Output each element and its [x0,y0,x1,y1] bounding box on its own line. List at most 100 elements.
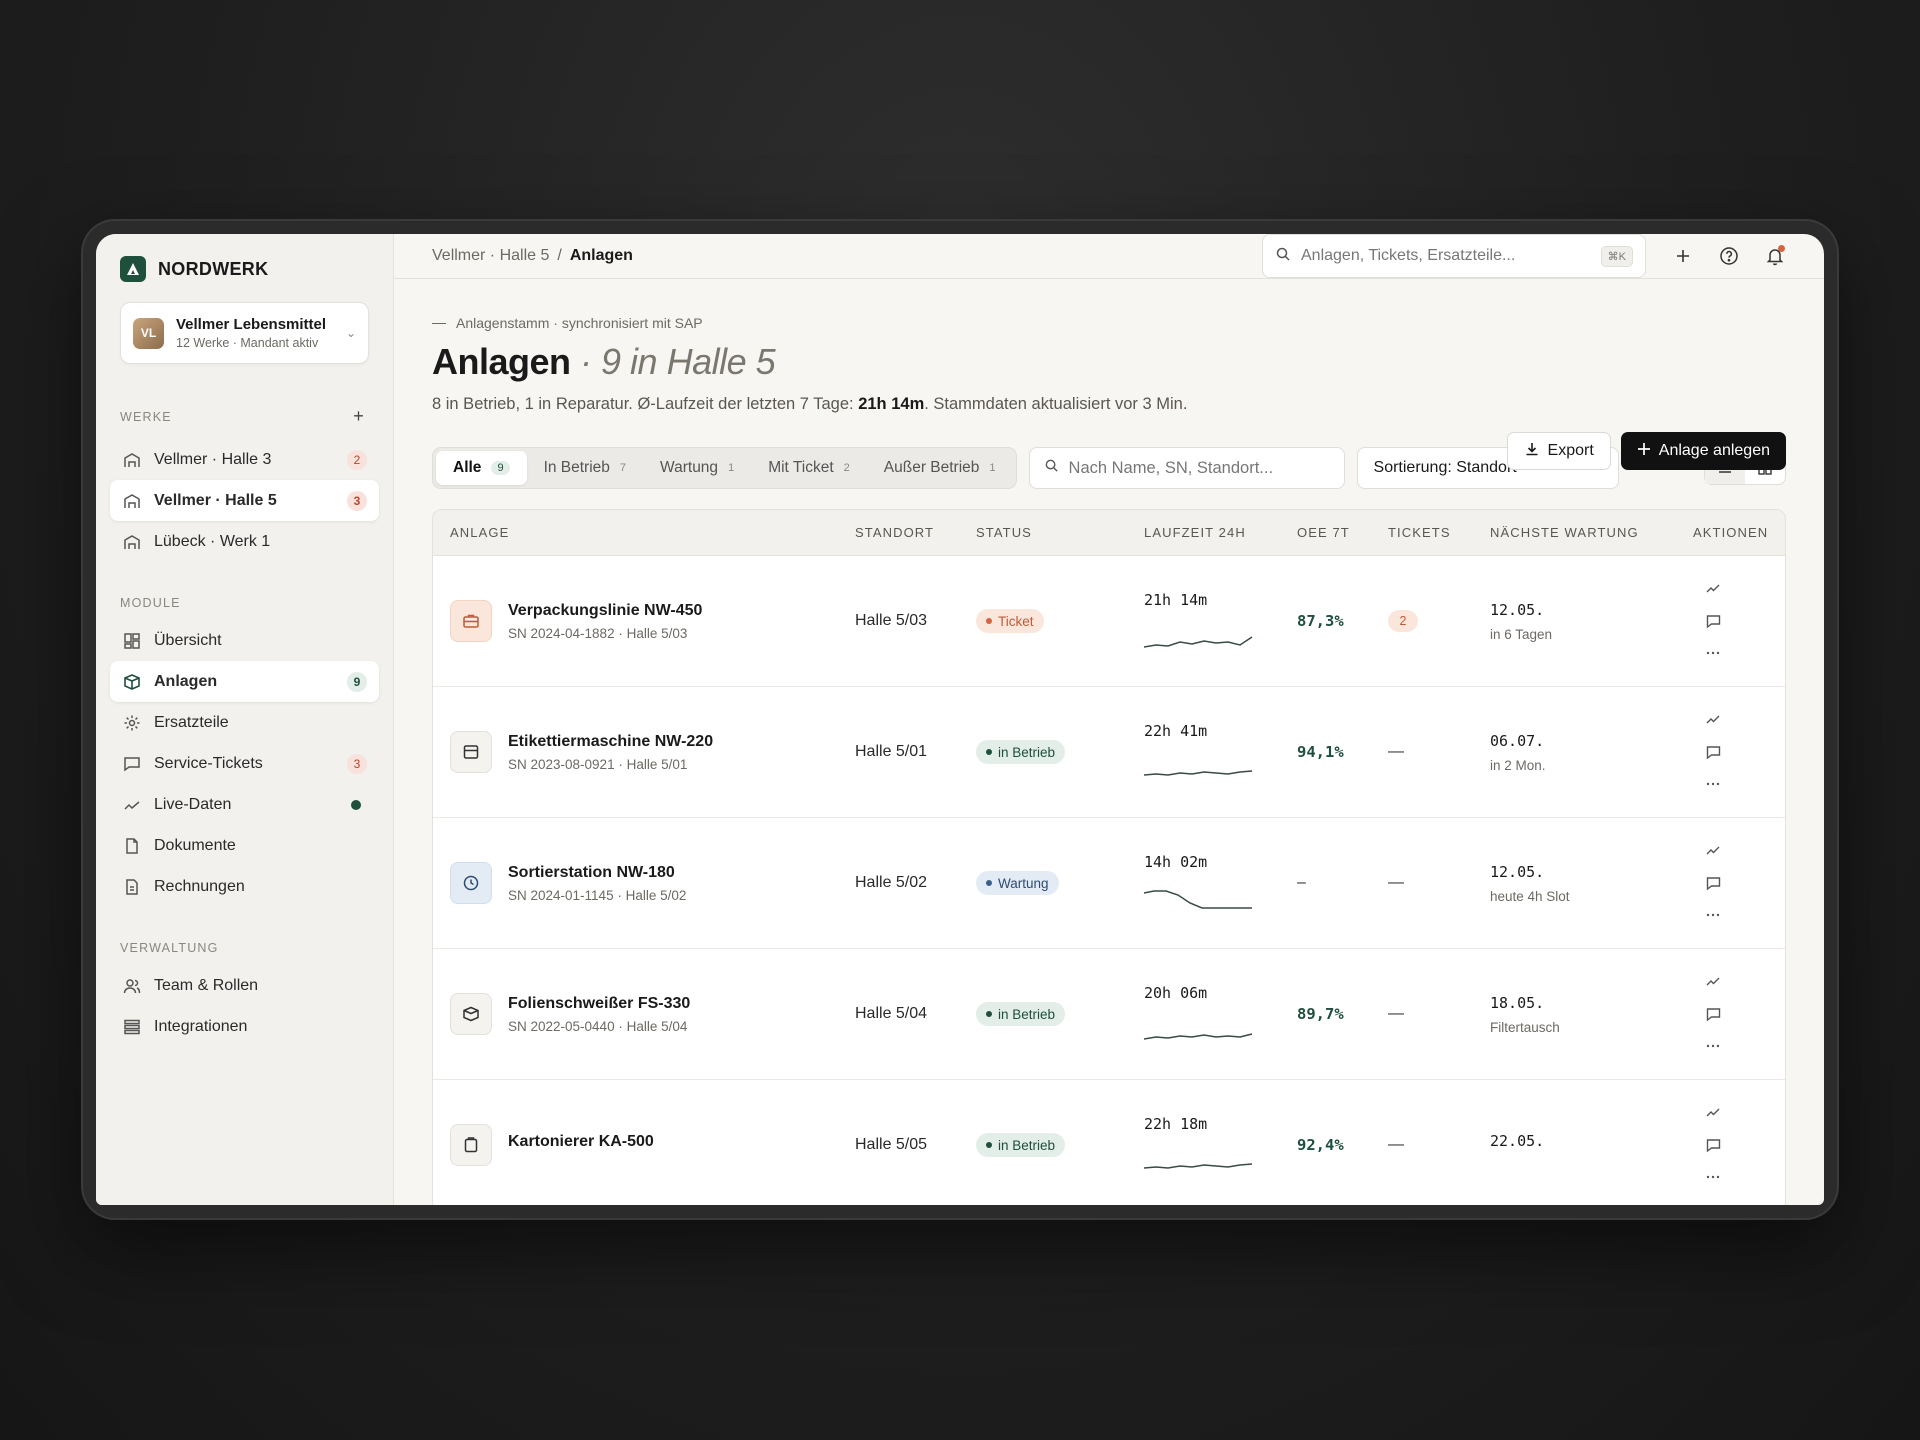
sidebar-item-anlagen[interactable]: Anlagen 9 [110,661,379,702]
comment-icon[interactable] [1706,1004,1721,1024]
notification-dot [1778,245,1785,252]
more-icon[interactable] [1706,905,1720,925]
status-dot [986,618,992,624]
more-icon[interactable] [1706,643,1720,663]
sidebar-item-luebeck-1[interactable]: Lübeck · Werk 1 [110,521,379,562]
global-search[interactable]: Anlagen, Tickets, Ersatzteile... ⌘K [1262,234,1646,278]
help-icon[interactable] [1718,245,1740,267]
sidebar-item-halle-3[interactable]: Vellmer · Halle 3 2 [110,439,379,480]
col-anlage[interactable]: ANLAGE [433,525,855,540]
row-actions [1701,579,1725,663]
plus-icon[interactable] [1672,245,1694,267]
trend-icon[interactable] [1706,841,1720,861]
trend-icon[interactable] [1706,972,1720,992]
topbar-actions [1672,245,1786,267]
col-wartung[interactable]: NÄCHSTE WARTUNG [1490,525,1693,540]
row-actions [1701,1103,1725,1187]
col-oee[interactable]: OEE 7T [1297,525,1388,540]
wartung-date: 06.07. [1490,731,1545,750]
anlage-name[interactable]: Verpackungslinie NW-450 [508,602,702,620]
page-description: 8 in Betrieb, 1 in Reparatur. Ø-Laufzeit… [432,391,1212,417]
sidebar-item-dokumente[interactable]: Dokumente [110,825,379,866]
sidebar-item-uebersicht[interactable]: Übersicht [110,620,379,661]
col-standort[interactable]: STANDORT [855,525,976,540]
breadcrumb-separator: / [557,247,562,264]
sidebar-item-service-tickets[interactable]: Service-Tickets 3 [110,743,379,784]
tab-mit-ticket[interactable]: Mit Ticket 2 [751,451,867,485]
trend-icon[interactable] [1706,710,1720,730]
anlage-name[interactable]: Kartonierer KA-500 [508,1133,654,1151]
section-verwaltung: VERWALTUNG [120,941,369,955]
create-anlage-button[interactable]: Anlage anlegen [1620,432,1786,470]
ticket-count-badge[interactable]: 2 [1388,610,1418,632]
sidebar-item-live-daten[interactable]: Live-Daten [110,784,379,825]
laufzeit-sparkline [1144,1033,1253,1040]
laufzeit-value: 14h 02m [1144,853,1208,871]
status-badge: Ticket [976,609,1044,633]
werk-badge: 2 [347,449,367,470]
anlage-name[interactable]: Folienschweißer FS-330 [508,995,690,1013]
export-button[interactable]: Export [1506,432,1611,470]
section-werke: WERKE + [120,406,369,427]
table-row[interactable]: Etikettiermaschine NW-220 SN 2023-08-092… [433,687,1785,818]
comment-icon[interactable] [1706,742,1721,762]
eyebrow-text: Anlagenstamm · synchronisiert mit SAP [456,315,703,331]
sidebar-item-label: Rechnungen [154,877,245,895]
tab-ausser-betrieb[interactable]: Außer Betrieb 1 [867,451,1013,485]
cell-status: in Betrieb [976,1002,1144,1026]
cell-status: in Betrieb [976,1133,1144,1157]
cell-status: Wartung [976,871,1144,895]
anlage-serial: SN 2023-08-0921 · Halle 5/01 [508,756,688,772]
cell-tickets: — [1388,874,1490,892]
cell-wartung: 12.05. in 6 Tagen [1490,601,1693,642]
main-area: Vellmer · Halle 5 / Anlagen Anlagen, Tic… [394,234,1824,1205]
col-tickets[interactable]: TICKETS [1388,525,1490,540]
tenant-name: Vellmer Lebensmittel [176,316,327,333]
table-row[interactable]: Sortierstation NW-180 SN 2024-01-1145 · … [433,818,1785,949]
tab-alle[interactable]: Alle 9 [436,451,527,485]
sidebar-item-integrationen[interactable]: Integrationen [110,1006,379,1047]
chevron-updown-icon: ⌄ [345,326,356,340]
comment-icon[interactable] [1706,611,1721,631]
laufzeit-sparkline [1144,636,1253,648]
table-body: Verpackungslinie NW-450 SN 2024-04-1882 … [433,556,1785,1205]
more-icon[interactable] [1706,774,1720,794]
status-badge: in Betrieb [976,1133,1066,1157]
tab-wartung[interactable]: Wartung 1 [643,451,751,485]
table-row[interactable]: Kartonierer KA-500 Halle 5/05 in Betrieb… [433,1080,1785,1205]
trend-icon[interactable] [1706,1103,1720,1123]
export-label: Export [1547,442,1594,459]
anlage-name[interactable]: Sortierstation NW-180 [508,864,686,882]
comment-icon[interactable] [1706,1135,1721,1155]
global-search-placeholder: Anlagen, Tickets, Ersatzteile... [1301,247,1516,264]
table-search-input[interactable]: Nach Name, SN, Standort... [1028,447,1345,489]
col-aktionen: AKTIONEN [1693,525,1769,540]
anlage-name[interactable]: Etikettiermaschine NW-220 [508,733,713,751]
tenant-switcher[interactable]: VL Vellmer Lebensmittel 12 Werke · Manda… [120,302,369,364]
briefcase-icon [450,600,492,642]
anlage-info: Kartonierer KA-500 [508,1133,654,1157]
col-status[interactable]: STATUS [976,525,1144,540]
table-row[interactable]: Folienschweißer FS-330 SN 2022-05-0440 ·… [433,949,1785,1080]
add-werk-button[interactable]: + [353,406,365,427]
verwaltung-list: Team & Rollen Integrationen [120,965,369,1047]
more-icon[interactable] [1706,1036,1720,1056]
panel-icon [450,731,492,773]
tab-in-betrieb[interactable]: In Betrieb 7 [527,451,643,485]
row-actions [1701,710,1725,794]
col-laufzeit[interactable]: LAUFZEIT 24H [1144,525,1297,540]
comment-icon[interactable] [1706,873,1721,893]
more-icon[interactable] [1706,1167,1720,1187]
trend-icon[interactable] [1706,579,1720,599]
cell-anlage: Kartonierer KA-500 [433,1124,855,1166]
bell-icon[interactable] [1764,245,1786,267]
table-row[interactable]: Verpackungslinie NW-450 SN 2024-04-1882 … [433,556,1785,687]
sidebar-item-halle-5[interactable]: Vellmer · Halle 5 3 [110,480,379,521]
sidebar-item-ersatzteile[interactable]: Ersatzteile [110,702,379,743]
sidebar-item-rechnungen[interactable]: Rechnungen [110,866,379,907]
sidebar-item-team-rollen[interactable]: Team & Rollen [110,965,379,1006]
sort-label: Sortierung: Standort [1373,459,1517,476]
brand[interactable]: NORDWERK [120,256,369,282]
breadcrumb-parent[interactable]: Vellmer · Halle 5 [432,247,549,265]
page-title-sub: · 9 in Halle 5 [580,341,776,382]
